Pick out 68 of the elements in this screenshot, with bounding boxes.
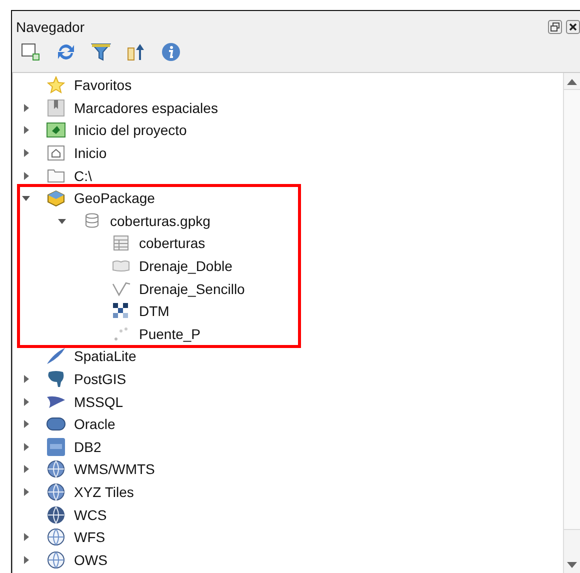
scrollbar[interactable] (563, 73, 580, 573)
line-icon (111, 280, 131, 297)
tree-item[interactable]: OWS (74, 552, 108, 568)
db2-icon (47, 438, 65, 456)
tree-item[interactable]: WFS (74, 529, 106, 546)
collapsed-arrow-icon[interactable] (22, 104, 30, 112)
collapsed-arrow-icon[interactable] (22, 488, 30, 496)
collapsed-arrow-icon[interactable] (22, 149, 30, 158)
scroll-up-icon[interactable] (567, 79, 577, 85)
collapsed-arrow-icon[interactable] (22, 126, 30, 134)
globe-icon (47, 550, 65, 569)
collapsed-arrow-icon[interactable] (22, 172, 30, 180)
database-icon (85, 213, 99, 228)
tree-item[interactable]: Drenaje_Sencillo (139, 280, 245, 297)
tree-item[interactable]: SpatiaLite (74, 348, 136, 364)
tree-item[interactable]: Puente_P (139, 326, 200, 342)
collapsed-arrow-icon[interactable] (22, 420, 30, 428)
raster-grid-icon (113, 303, 129, 320)
collapsed-arrow-icon[interactable] (22, 556, 30, 564)
tree-item[interactable]: Drenaje_Doble (139, 258, 232, 274)
collapse-all-icon[interactable] (126, 42, 146, 62)
tree-item[interactable]: MSSQL (74, 394, 124, 410)
tree-item[interactable]: XYZ Tiles (74, 484, 134, 500)
star-icon (47, 76, 65, 94)
table-icon (113, 235, 129, 252)
info-icon[interactable] (161, 42, 181, 62)
tree-item[interactable]: C:\ (74, 168, 92, 184)
tree-item[interactable]: DB2 (74, 438, 102, 455)
package-box-icon (46, 189, 66, 208)
tree-item[interactable]: GeoPackage (74, 190, 155, 206)
globe-icon (47, 528, 65, 546)
tree-item[interactable]: Oracle (74, 416, 116, 432)
tree-item[interactable]: Inicio (74, 145, 107, 162)
tree-item[interactable]: coberturas.gpkg (110, 212, 210, 229)
globe-icon (47, 460, 65, 478)
tree-item[interactable]: PostGIS (74, 371, 126, 388)
tree-item[interactable]: Inicio del proyecto (74, 122, 187, 138)
expanded-arrow-icon[interactable] (22, 194, 30, 202)
refresh-icon[interactable] (56, 42, 76, 62)
collapsed-arrow-icon[interactable] (22, 398, 30, 406)
collapsed-arrow-icon[interactable] (22, 375, 30, 384)
scroll-thumb[interactable] (564, 89, 580, 530)
map-icon (46, 122, 66, 138)
polygon-icon (111, 259, 131, 274)
filter-icon[interactable] (91, 42, 111, 62)
tree-item[interactable]: coberturas (139, 235, 206, 252)
rounded-rectangle-icon (46, 417, 66, 432)
collapsed-arrow-icon[interactable] (22, 465, 30, 474)
expanded-arrow-icon[interactable] (58, 216, 66, 225)
points-icon (113, 326, 129, 342)
tree-item[interactable]: Marcadores espaciales (74, 100, 218, 116)
globe-icon (47, 482, 65, 501)
tree-item[interactable]: DTM (139, 303, 170, 320)
tree-item[interactable]: WCS (74, 506, 107, 523)
collapsed-arrow-icon[interactable] (22, 533, 30, 542)
globe-icon (47, 506, 65, 524)
home-folder-icon (47, 145, 65, 162)
float-panel-icon[interactable] (548, 20, 562, 34)
add-layer-icon[interactable] (21, 42, 41, 62)
folder-icon (47, 168, 65, 184)
close-icon[interactable] (566, 20, 580, 34)
feather-icon (46, 347, 66, 366)
bookmark-icon (47, 98, 65, 117)
collapsed-arrow-icon[interactable] (22, 442, 30, 451)
scroll-down-icon[interactable] (567, 562, 577, 568)
tree-item[interactable]: Favoritos (74, 77, 132, 94)
panel-title: Navegador (16, 18, 84, 34)
tree-item[interactable]: WMS/WMTS (74, 461, 155, 478)
